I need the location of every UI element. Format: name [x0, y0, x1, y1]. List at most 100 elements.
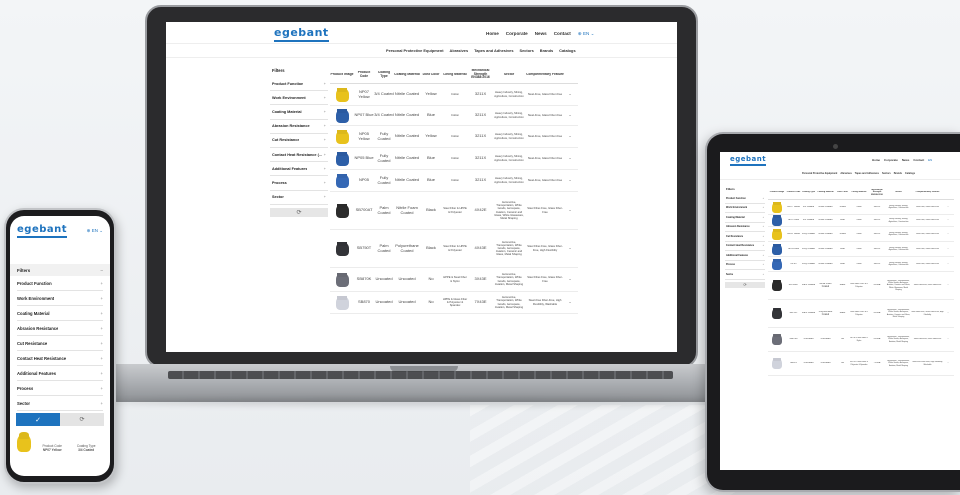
table-row[interactable]: NP05 Fully Coated Nitrile Coated Blue Cotton… — [330, 170, 578, 192]
table-row[interactable]: SB750T Palm Coated Polyurethane Coated Blac… — [330, 230, 578, 268]
column-header[interactable]: Lining Material — [442, 73, 468, 77]
column-header[interactable]: Product Code — [786, 191, 801, 193]
chevron-down-icon[interactable]: ⌄ — [565, 134, 575, 139]
column-header[interactable]: Product Image — [330, 73, 354, 77]
table-row[interactable]: SB870K Uncoated Uncoated No HPPE & Steel Fib… — [330, 268, 578, 292]
column-header[interactable]: Dost Color — [835, 191, 850, 193]
column-header[interactable]: Mechanical Strength EN388:2016 — [868, 189, 886, 196]
filter-2[interactable]: Coating Material + — [270, 105, 328, 120]
chevron-down-icon[interactable]: ⌄ — [565, 246, 575, 251]
filter-4[interactable]: Cut Resistance + — [17, 336, 103, 351]
chevron-down-icon[interactable]: ⌄ — [944, 312, 952, 315]
reset-filters-button[interactable]: ⟳ — [270, 207, 328, 217]
chevron-down-icon[interactable]: ⌄ — [944, 206, 952, 209]
chevron-down-icon[interactable]: ⌄ — [944, 338, 952, 341]
filter-5[interactable]: Contact Heat Resistance + — [725, 242, 765, 251]
brand-logo[interactable]: egebant — [17, 224, 68, 238]
cat-brands[interactable]: Brands — [540, 48, 553, 53]
filter-4[interactable]: Cut Resistance + — [270, 134, 328, 148]
cat-tapes[interactable]: Tapes and Adhesives — [474, 48, 513, 53]
filter-7[interactable]: Process + — [17, 381, 103, 396]
filter-2[interactable]: Coating Material + — [17, 306, 103, 321]
column-header[interactable]: Lining Material — [850, 191, 868, 193]
language-selector[interactable]: ⊕ EN ⌄ — [578, 31, 595, 37]
table-row[interactable]: SB870K Uncoated Uncoated No HPPE & Steel Fib… — [768, 328, 954, 352]
column-header[interactable]: Product Code — [354, 71, 374, 79]
filter-5[interactable]: Contact Heat Resistance + — [17, 351, 103, 366]
reset-filters-button[interactable]: ⟳ — [725, 281, 765, 288]
nav-corporate[interactable]: Corporate — [506, 31, 528, 37]
column-header[interactable]: Sector — [886, 191, 911, 193]
table-row[interactable]: NP07 Yellow 3/4 Coated Nitrile Coated Yello… — [768, 200, 954, 215]
phone-filters-title-row[interactable]: Filters – — [10, 264, 110, 276]
filter-6[interactable]: Additional Features + — [270, 162, 328, 177]
language-selector[interactable]: ⊕ EN ⌄ — [87, 228, 103, 234]
filter-0[interactable]: Product Function + — [17, 276, 103, 291]
filter-0[interactable]: Product Function + — [725, 194, 765, 204]
filter-4[interactable]: Cut Resistance + — [725, 232, 765, 242]
column-header[interactable]: Coating Type — [801, 191, 816, 193]
column-header[interactable]: Complementary Feature — [911, 191, 944, 193]
nav-home[interactable]: Home — [486, 31, 499, 37]
chevron-down-icon[interactable]: ⌄ — [565, 208, 575, 213]
table-row[interactable]: NP05 Yellow Fully Coated Nitrile Coated Yel… — [330, 126, 578, 148]
reset-filters-button[interactable]: ⟳ — [60, 413, 104, 426]
table-row[interactable]: SB700AT Palm Coated Nitrile Foam Coated Bla… — [768, 272, 954, 300]
chevron-down-icon[interactable]: ⌄ — [944, 284, 952, 287]
table-row[interactable]: NP05 Blue Fully Coated Nitrile Coated Blue C… — [768, 242, 954, 257]
column-header[interactable]: Dost Color — [420, 73, 442, 77]
chevron-down-icon[interactable]: ⌄ — [565, 277, 575, 282]
language-selector[interactable]: EN — [928, 158, 932, 162]
filter-8[interactable]: Sector + — [17, 396, 103, 411]
brand-logo[interactable]: egebant — [730, 155, 767, 166]
chevron-down-icon[interactable]: ⌄ — [944, 362, 952, 365]
nav-contact[interactable]: Contact — [554, 31, 571, 37]
filter-8[interactable]: Sector + — [270, 191, 328, 205]
cat-ppe[interactable]: Personal Protective Equipment — [386, 48, 444, 53]
filter-7[interactable]: Process + — [725, 261, 765, 270]
table-row[interactable]: NP07 Blue 3/4 Coated Nitrile Coated Blue Cot… — [768, 215, 954, 227]
nav-news[interactable]: News — [535, 31, 547, 37]
filter-3[interactable]: Abrasion Resistance + — [17, 321, 103, 336]
chevron-down-icon[interactable]: ⌄ — [565, 156, 575, 161]
column-header[interactable]: Product Image — [768, 191, 786, 193]
filter-6[interactable]: Additional Features + — [17, 366, 103, 381]
table-row[interactable]: NP05 Blue Fully Coated Nitrile Coated Blue C… — [330, 148, 578, 170]
table-row[interactable]: NP05 Yellow Fully Coated Nitrile Coated Yel… — [768, 227, 954, 242]
table-row[interactable]: NP07 Yellow 3/4 Coated Nitrile Coated Yello… — [330, 84, 578, 106]
column-header[interactable]: Complementary Feature — [525, 73, 565, 77]
column-header[interactable]: Coating Material — [816, 191, 835, 193]
column-header[interactable]: Coating Type — [374, 71, 394, 79]
chevron-down-icon[interactable]: ⌄ — [944, 219, 952, 222]
chevron-down-icon[interactable]: ⌄ — [565, 113, 575, 118]
table-row[interactable]: SB700AT Palm Coated Nitrile Foam Coated Bla… — [330, 192, 578, 230]
cat-catalogs[interactable]: Catalogs — [559, 48, 575, 53]
apply-filters-button[interactable]: ✓ — [16, 413, 60, 426]
chevron-down-icon[interactable]: ⌄ — [565, 92, 575, 97]
filter-2[interactable]: Coating Material + — [725, 213, 765, 223]
cat-abrasives[interactable]: Abrasives — [450, 48, 469, 53]
column-header[interactable]: Coating Material — [394, 73, 420, 77]
chevron-down-icon[interactable]: ⌄ — [565, 178, 575, 183]
filter-5[interactable]: Contact Heat Resistance (... + — [270, 148, 328, 163]
table-row[interactable]: NP05 Fully Coated Nitrile Coated Blue Cotton… — [768, 257, 954, 272]
column-header[interactable]: Mechanical Strength EN388:2016 — [468, 69, 493, 80]
filter-7[interactable]: Process + — [270, 176, 328, 191]
filter-3[interactable]: Abrasion Resistance + — [725, 223, 765, 232]
chevron-down-icon[interactable]: ⌄ — [944, 248, 952, 251]
filter-1[interactable]: Work Environment + — [17, 291, 103, 306]
chevron-down-icon[interactable]: ⌄ — [944, 233, 952, 236]
filter-0[interactable]: Product Function + — [270, 77, 328, 92]
column-header[interactable]: Sector — [493, 73, 525, 77]
chevron-down-icon[interactable]: ⌄ — [565, 300, 575, 305]
filter-3[interactable]: Abrasion Resistance + — [270, 120, 328, 134]
filter-1[interactable]: Work Environment + — [270, 91, 328, 106]
table-row[interactable]: SB870 Uncoated Uncoated No HPPE & Glass Fibe… — [330, 292, 578, 314]
table-row[interactable]: SB870 Uncoated Uncoated No HPPE & Glass Fibe… — [768, 352, 954, 376]
table-row[interactable]: NP07 Blue 3/4 Coated Nitrile Coated Blue Cot… — [330, 106, 578, 126]
brand-logo[interactable]: egebant — [274, 26, 329, 42]
filter-8[interactable]: Sector + — [725, 270, 765, 280]
filter-1[interactable]: Work Environment + — [725, 204, 765, 213]
chevron-down-icon[interactable]: ⌄ — [944, 263, 952, 266]
filter-6[interactable]: Additional Features + — [725, 251, 765, 261]
